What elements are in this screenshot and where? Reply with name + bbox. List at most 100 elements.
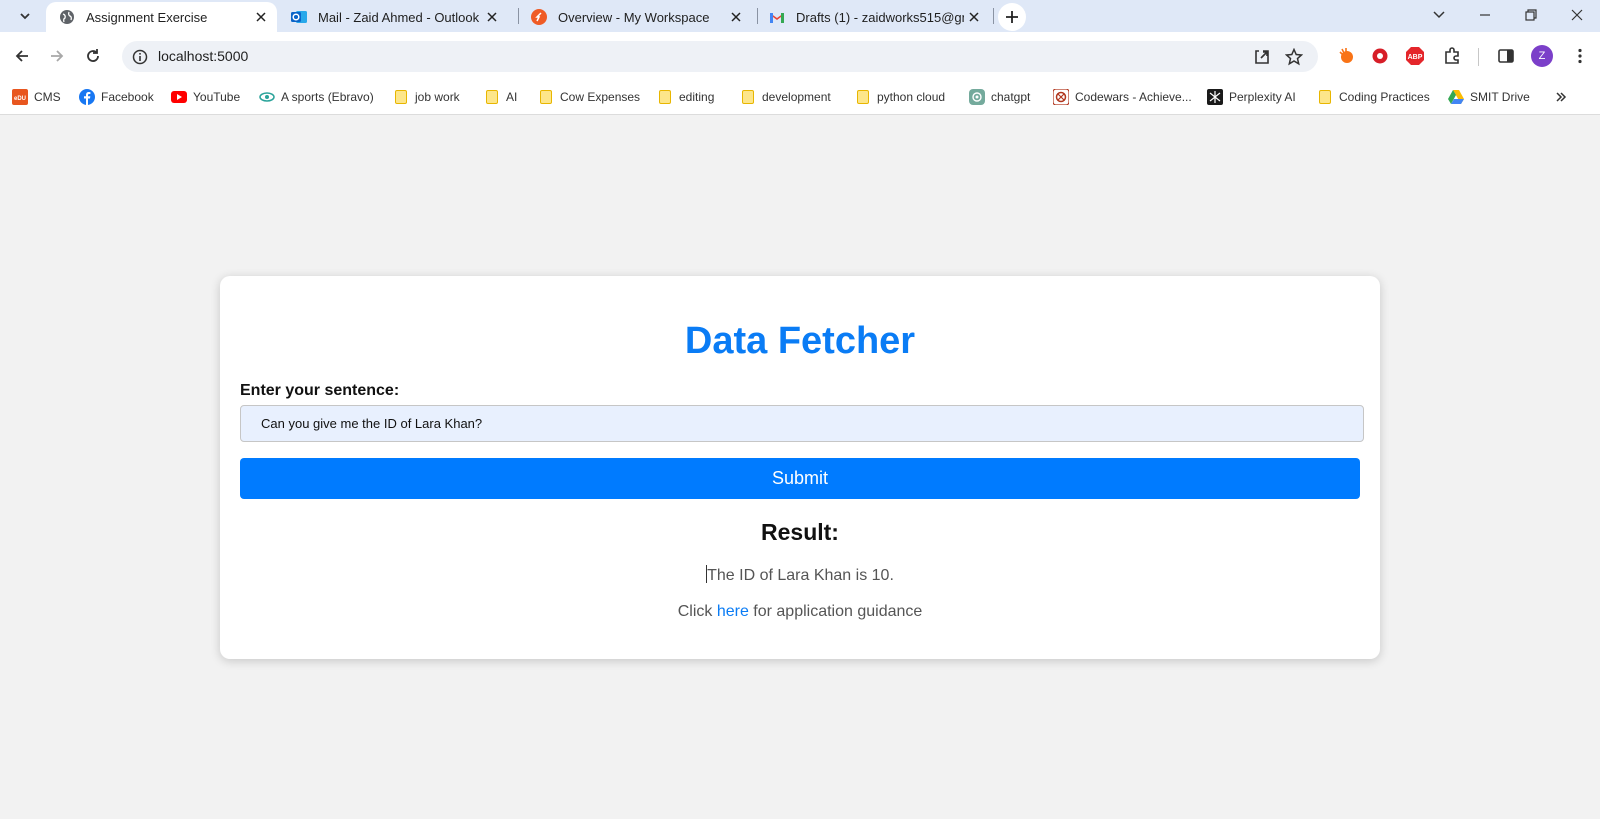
tab-search-button[interactable] xyxy=(11,2,39,30)
chevron-down-icon xyxy=(1433,11,1445,19)
tab-separator xyxy=(993,8,994,24)
tab-list-button[interactable] xyxy=(1416,0,1462,30)
bookmark-label: development xyxy=(762,90,831,104)
restore-icon xyxy=(1525,9,1537,21)
bookmark-cms[interactable]: eDU CMS xyxy=(12,86,61,108)
bookmark-python-cloud[interactable]: python cloud xyxy=(855,86,945,108)
sentence-input[interactable] xyxy=(240,405,1364,442)
result-heading: Result: xyxy=(761,519,839,545)
minimize-icon xyxy=(1480,14,1490,16)
minimize-button[interactable] xyxy=(1462,0,1508,30)
guidance-text: Click here for application guidance xyxy=(220,603,1380,621)
tab-outlook[interactable]: Mail - Zaid Ahmed - Outlook xyxy=(278,2,508,32)
gmail-icon xyxy=(768,8,786,26)
arrow-right-icon xyxy=(51,50,64,62)
chatgpt-icon xyxy=(969,89,985,105)
guidance-prefix: Click xyxy=(677,603,717,620)
close-icon[interactable] xyxy=(964,7,984,27)
svg-text:eDU: eDU xyxy=(14,96,26,102)
close-icon[interactable] xyxy=(482,7,502,27)
toolbar-separator xyxy=(1478,48,1479,66)
bookmark-smit-drive[interactable]: SMIT Drive xyxy=(1448,86,1530,108)
bookmark-label: Facebook xyxy=(101,90,154,104)
close-icon[interactable] xyxy=(726,7,746,27)
bookmark-youtube[interactable]: YouTube xyxy=(171,86,240,108)
bookmark-perplexity[interactable]: Perplexity AI xyxy=(1207,86,1296,108)
bookmark-chatgpt[interactable]: chatgpt xyxy=(969,86,1030,108)
tab-gmail-drafts[interactable]: Drafts (1) - zaidworks515@gmai xyxy=(756,2,990,32)
bookmark-label: YouTube xyxy=(193,90,241,104)
eye-icon xyxy=(259,89,275,105)
url-text[interactable]: localhost:5000 xyxy=(158,48,248,64)
bookmark-label: Cow Expenses xyxy=(560,90,641,104)
bookmark-coding-practices[interactable]: Coding Practices xyxy=(1317,86,1430,108)
menu-kebab-icon[interactable] xyxy=(1568,44,1592,68)
drive-icon xyxy=(1448,89,1464,105)
close-window-button[interactable] xyxy=(1554,0,1600,30)
facebook-icon xyxy=(79,89,95,105)
bookmark-job-work[interactable]: job work xyxy=(393,86,460,108)
close-icon xyxy=(1571,9,1583,21)
guidance-link[interactable]: here xyxy=(717,603,749,620)
reload-button[interactable] xyxy=(77,40,109,72)
tab-title: Assignment Exercise xyxy=(86,9,208,25)
bookmark-star-icon[interactable] xyxy=(1282,45,1306,69)
folder-icon xyxy=(538,89,554,105)
bookmark-label: chatgpt xyxy=(991,90,1031,104)
tab-assignment-exercise[interactable]: Assignment Exercise xyxy=(46,2,277,32)
bookmark-label: editing xyxy=(679,90,715,104)
folder-icon xyxy=(657,89,673,105)
browser-toolbar: localhost:5000 ABP Z xyxy=(0,32,1600,80)
page-title: Data Fetcher xyxy=(684,320,916,362)
extension-record-icon[interactable] xyxy=(1368,44,1392,68)
bookmark-label: Perplexity AI xyxy=(1229,90,1296,104)
bookmark-facebook[interactable]: Facebook xyxy=(79,86,154,108)
more-bookmarks-button[interactable] xyxy=(1555,86,1567,108)
plus-icon xyxy=(1006,11,1018,23)
bookmarks-bar: eDU CMS Facebook YouTube A sports (Ebrav… xyxy=(0,80,1600,115)
postman-icon xyxy=(530,8,548,26)
bookmark-label: Coding Practices xyxy=(1339,90,1430,104)
info-icon[interactable] xyxy=(128,45,152,69)
cms-icon: eDU xyxy=(12,89,28,105)
bookmark-label: job work xyxy=(415,90,460,104)
bookmark-development[interactable]: development xyxy=(740,86,831,108)
double-chevron-right-icon xyxy=(1556,92,1567,102)
tab-workspace[interactable]: Overview - My Workspace xyxy=(518,2,752,32)
folder-icon xyxy=(740,89,756,105)
profile-avatar[interactable]: Z xyxy=(1531,45,1553,67)
share-icon[interactable] xyxy=(1250,45,1274,69)
chevron-down-icon xyxy=(20,13,30,20)
bookmark-a-sports[interactable]: A sports (Ebravo) xyxy=(259,86,374,108)
extension-grammar-icon[interactable] xyxy=(1334,44,1358,68)
back-button[interactable] xyxy=(6,40,38,72)
close-icon[interactable] xyxy=(251,7,271,27)
new-tab-button[interactable] xyxy=(998,3,1026,31)
extensions-puzzle-icon[interactable] xyxy=(1440,44,1464,68)
folder-icon xyxy=(484,89,500,105)
bookmark-editing[interactable]: editing xyxy=(657,86,714,108)
side-panel-icon[interactable] xyxy=(1494,44,1518,68)
address-bar[interactable]: localhost:5000 xyxy=(122,41,1318,72)
arrow-left-icon xyxy=(15,50,28,62)
bookmark-label: A sports (Ebravo) xyxy=(281,90,374,104)
tab-strip: Assignment Exercise Mail - Zaid Ahmed - … xyxy=(0,0,1600,32)
bookmark-codewars[interactable]: Codewars - Achieve... xyxy=(1053,86,1192,108)
tab-title: Drafts (1) - zaidworks515@gmai xyxy=(796,9,964,25)
bookmark-cow-expenses[interactable]: Cow Expenses xyxy=(538,86,640,108)
bookmark-ai[interactable]: AI xyxy=(484,86,517,108)
perplexity-icon xyxy=(1207,89,1223,105)
bookmark-label: SMIT Drive xyxy=(1470,90,1530,104)
restore-button[interactable] xyxy=(1508,0,1554,30)
youtube-icon xyxy=(171,89,187,105)
globe-icon xyxy=(58,8,76,26)
reload-icon xyxy=(87,49,99,62)
submit-button[interactable]: Submit xyxy=(240,458,1360,499)
bookmark-label: CMS xyxy=(34,90,61,104)
adblock-icon[interactable]: ABP xyxy=(1403,44,1427,68)
codewars-icon xyxy=(1053,89,1069,105)
result-text: The ID of Lara Khan is 10. xyxy=(707,567,894,584)
forward-button[interactable] xyxy=(41,40,73,72)
bookmark-label: python cloud xyxy=(877,90,946,104)
adblock-label: ABP xyxy=(1408,54,1423,61)
